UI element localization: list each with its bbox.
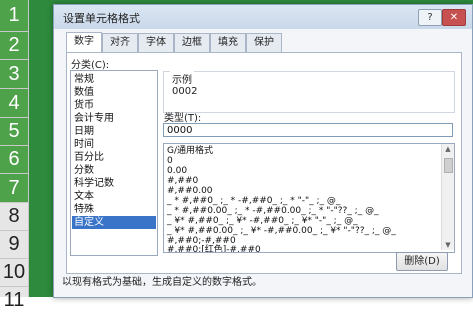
row-header-7[interactable]: 7 [0, 174, 28, 202]
row-header-4[interactable]: 4 [0, 89, 28, 117]
category-label: 分类(C): [71, 60, 110, 71]
row-header-9[interactable]: 9 [0, 231, 28, 258]
tab-number[interactable]: 数字 [66, 32, 102, 53]
row-header: 1 2 3 4 5 6 7 8 9 10 11 [0, 0, 29, 311]
category-item[interactable]: 百分比 [74, 151, 104, 164]
format-list[interactable]: G/通用格式 0 0.00 #,##0 #,##0.00 _ * #,##0_ … [163, 143, 455, 253]
type-input[interactable]: 0000 [163, 123, 453, 137]
tab-protection[interactable]: 保护 [246, 33, 282, 52]
tab-border[interactable]: 边框 [174, 33, 210, 52]
tab-alignment[interactable]: 对齐 [102, 33, 138, 52]
category-item[interactable]: 日期 [74, 125, 94, 138]
dialog-titlebar[interactable]: 设置单元格格式 ? ✕ [54, 5, 472, 29]
format-list-scrollbar[interactable]: ▲ ▼ [441, 144, 454, 250]
help-icon[interactable]: ? [418, 9, 442, 26]
tab-font[interactable]: 字体 [138, 33, 174, 52]
row-header-1[interactable]: 1 [0, 0, 28, 31]
scroll-down-icon[interactable]: ▼ [442, 240, 454, 250]
delete-button[interactable]: 删除(D) [396, 252, 448, 271]
category-item[interactable]: 数值 [74, 86, 94, 99]
category-list[interactable]: 常规 数值 货币 会计专用 日期 时间 百分比 分数 科学记数 文本 特殊 自定… [70, 70, 158, 256]
category-item[interactable]: 时间 [74, 138, 94, 151]
format-cells-dialog: 设置单元格格式 ? ✕ 数字 对齐 字体 边框 填充 保护 分类(C): 常规 … [53, 4, 473, 298]
category-item[interactable]: 货币 [74, 99, 94, 112]
scroll-up-icon[interactable]: ▲ [442, 144, 454, 154]
category-item[interactable]: 分数 [74, 164, 94, 177]
category-item[interactable]: 特殊 [74, 203, 94, 216]
row-header-10[interactable]: 10 [0, 259, 28, 286]
row-header-2[interactable]: 2 [0, 32, 28, 59]
sample-value: 0002 [172, 86, 198, 97]
category-item-selected[interactable]: 自定义 [72, 216, 156, 229]
scroll-thumb[interactable] [444, 158, 453, 173]
row-header-3[interactable]: 3 [0, 60, 28, 88]
type-label: 类型(T): [164, 113, 202, 124]
category-item[interactable]: 科学记数 [74, 177, 114, 190]
category-item[interactable]: 常规 [74, 73, 94, 86]
row-header-5[interactable]: 5 [0, 118, 28, 145]
format-item[interactable]: #,##0;[红色]-#,##0 [167, 245, 261, 252]
row-header-8[interactable]: 8 [0, 203, 28, 230]
close-icon[interactable]: ✕ [442, 9, 466, 26]
number-tab-panel: 分类(C): 常规 数值 货币 会计专用 日期 时间 百分比 分数 科学记数 文… [66, 52, 462, 274]
category-item[interactable]: 文本 [74, 190, 94, 203]
sample-label: 示例 [170, 71, 194, 86]
tab-fill[interactable]: 填充 [210, 33, 246, 52]
format-item[interactable]: G/通用格式 [167, 146, 213, 157]
dialog-title: 设置单元格格式 [63, 12, 140, 25]
row-header-6[interactable]: 6 [0, 146, 28, 173]
row-header-11[interactable]: 11 [0, 287, 28, 314]
sample-group: 示例 0002 [163, 71, 455, 113]
category-item[interactable]: 会计专用 [74, 112, 114, 125]
hint-text: 以现有格式为基础，生成自定义的数字格式。 [62, 277, 262, 288]
